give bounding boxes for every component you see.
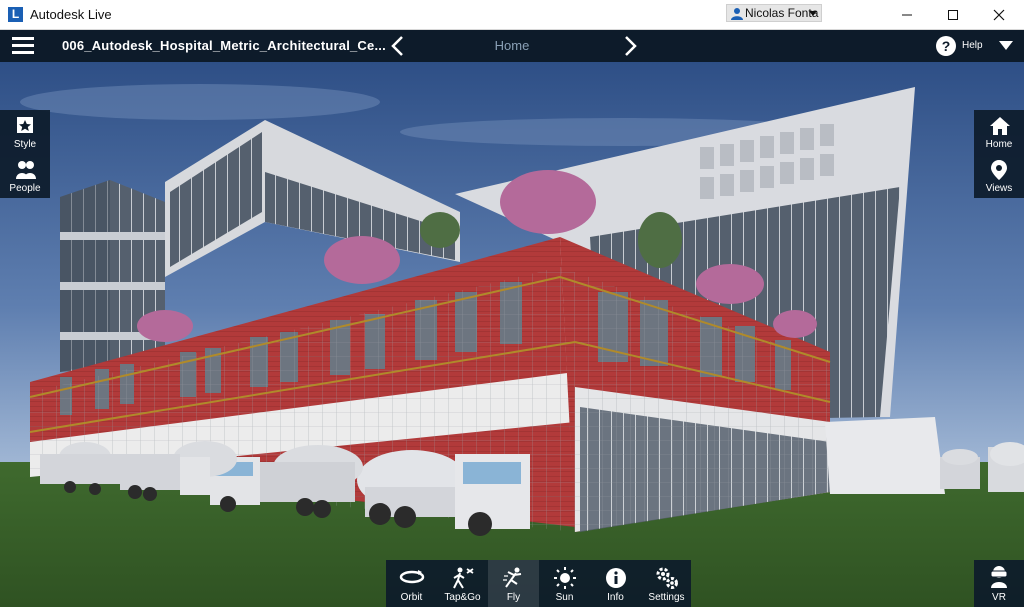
hospital-model-render bbox=[0, 62, 1024, 607]
3d-viewport[interactable]: Style People Home Views Orbit Tap&Go Fly… bbox=[0, 62, 1024, 607]
views-button[interactable]: Views bbox=[974, 154, 1024, 198]
previous-view-button[interactable] bbox=[388, 34, 408, 58]
tap-go-label: Tap&Go bbox=[444, 592, 481, 603]
fly-label: Fly bbox=[506, 592, 521, 603]
vr-label: VR bbox=[992, 592, 1006, 603]
maximize-button[interactable] bbox=[930, 0, 976, 30]
tap-go-icon bbox=[453, 567, 474, 589]
help-label: Help bbox=[962, 40, 983, 51]
views-pin-icon bbox=[991, 160, 1007, 180]
info-tool[interactable]: Info bbox=[590, 560, 641, 607]
orbit-label: Orbit bbox=[400, 592, 423, 603]
people-button[interactable]: People bbox=[0, 154, 50, 198]
people-label: People bbox=[9, 183, 41, 194]
orbit-tool[interactable]: Orbit bbox=[386, 560, 437, 607]
tap-go-tool[interactable]: Tap&Go bbox=[437, 560, 488, 607]
next-view-button[interactable] bbox=[620, 34, 640, 58]
user-icon bbox=[731, 8, 743, 20]
app-logo-icon: L bbox=[8, 7, 23, 22]
help-button[interactable]: ? Help bbox=[936, 36, 992, 56]
sun-label: Sun bbox=[555, 592, 574, 603]
close-button[interactable] bbox=[976, 0, 1022, 30]
orbit-icon bbox=[399, 570, 425, 584]
chevron-left-icon bbox=[391, 36, 403, 56]
current-view-name: Home bbox=[494, 38, 530, 53]
info-label: Info bbox=[607, 592, 624, 603]
window-title-bar: L Autodesk Live Nicolas Fonta bbox=[0, 0, 1024, 30]
home-icon bbox=[990, 117, 1010, 135]
right-side-panel: Home Views bbox=[974, 110, 1024, 198]
info-icon bbox=[606, 568, 626, 588]
style-icon bbox=[17, 117, 33, 133]
app-title: Autodesk Live bbox=[30, 7, 112, 22]
settings-tool[interactable]: Settings bbox=[641, 560, 692, 607]
people-icon bbox=[16, 161, 36, 179]
hamburger-menu-button[interactable] bbox=[12, 37, 36, 55]
maximize-icon bbox=[948, 10, 958, 20]
settings-icon bbox=[656, 567, 678, 589]
vr-button[interactable]: VR bbox=[974, 560, 1024, 607]
app-header: 006_Autodesk_Hospital_Metric_Architectur… bbox=[0, 30, 1024, 62]
fly-icon bbox=[503, 567, 522, 588]
home-button[interactable]: Home bbox=[974, 110, 1024, 154]
settings-label: Settings bbox=[648, 592, 685, 603]
fly-tool[interactable]: Fly bbox=[488, 560, 539, 607]
sun-icon bbox=[554, 567, 576, 589]
chevron-down-icon[interactable] bbox=[999, 41, 1013, 50]
style-label: Style bbox=[13, 139, 37, 150]
help-icon: ? bbox=[936, 36, 956, 56]
minimize-button[interactable] bbox=[884, 0, 930, 30]
navigation-toolbar: Orbit Tap&Go Fly Sun Info Settings bbox=[386, 560, 691, 607]
sun-tool[interactable]: Sun bbox=[539, 560, 590, 607]
vr-headset-icon bbox=[990, 566, 1008, 588]
user-menu[interactable]: Nicolas Fonta bbox=[726, 4, 822, 22]
left-side-panel: Style People bbox=[0, 110, 50, 198]
user-name: Nicolas Fonta bbox=[745, 6, 819, 20]
views-label: Views bbox=[985, 183, 1013, 194]
close-icon bbox=[993, 9, 1005, 21]
minimize-icon bbox=[902, 14, 912, 16]
chevron-right-icon bbox=[625, 36, 637, 56]
style-button[interactable]: Style bbox=[0, 110, 50, 154]
chevron-down-icon bbox=[809, 11, 817, 16]
home-label: Home bbox=[985, 139, 1013, 150]
project-title: 006_Autodesk_Hospital_Metric_Architectur… bbox=[62, 38, 386, 53]
